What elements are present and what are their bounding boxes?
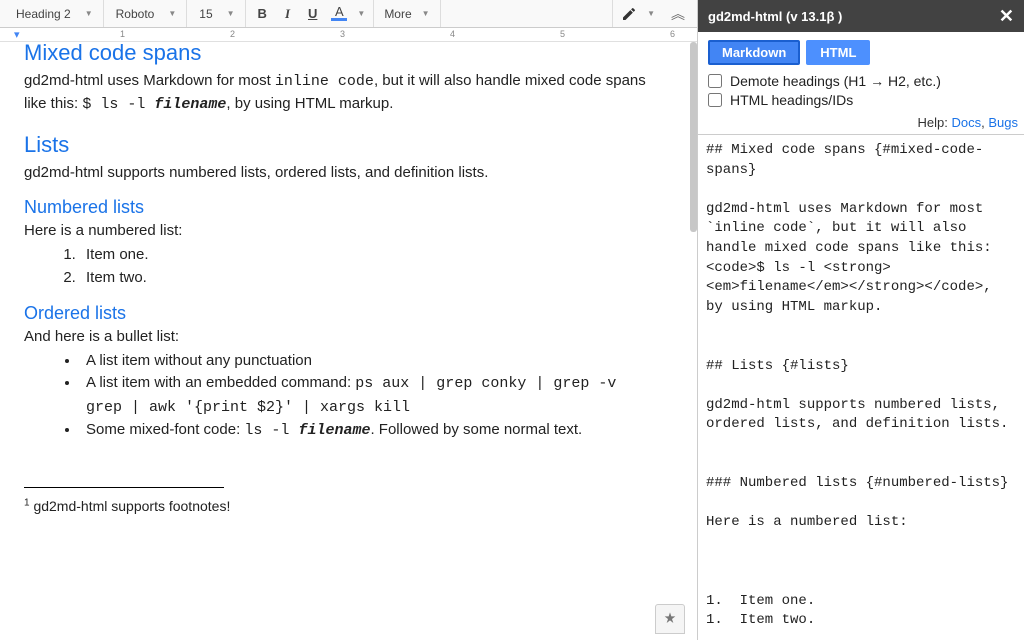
chevron-down-icon[interactable]: ▼ bbox=[647, 9, 655, 18]
heading-mixed-code-spans[interactable]: Mixed code spans bbox=[24, 42, 657, 66]
document-body[interactable]: Mixed code spans gd2md-html uses Markdow… bbox=[0, 42, 697, 640]
tab-html[interactable]: HTML bbox=[806, 40, 870, 65]
list-item[interactable]: Item two. bbox=[80, 267, 657, 290]
paragraph[interactable]: And here is a bullet list: bbox=[24, 326, 657, 348]
sidebar-title: gd2md-html (v 13.1β ) bbox=[708, 9, 999, 24]
chevron-down-icon[interactable]: ▼ bbox=[357, 9, 365, 18]
explore-button[interactable] bbox=[655, 604, 685, 634]
sidebar-header: gd2md-html (v 13.1β ) ✕ bbox=[698, 0, 1024, 32]
ruler-tick: 1 bbox=[120, 29, 125, 39]
ruler-tick: 2 bbox=[230, 29, 235, 39]
addon-sidebar: gd2md-html (v 13.1β ) ✕ Markdown HTML De… bbox=[697, 0, 1024, 640]
heading-numbered-lists[interactable]: Numbered lists bbox=[24, 197, 657, 218]
link-bugs[interactable]: Bugs bbox=[988, 115, 1018, 130]
explore-icon bbox=[662, 611, 678, 627]
paragraph-style-select[interactable]: Heading 2▼ bbox=[4, 0, 104, 27]
checkbox-demote[interactable] bbox=[708, 74, 722, 88]
markdown-output[interactable]: ## Mixed code spans {#mixed-code-spans} … bbox=[698, 134, 1024, 640]
ruler-tick: 4 bbox=[450, 29, 455, 39]
font-select[interactable]: Roboto▼ bbox=[104, 0, 188, 27]
heading-ordered-lists[interactable]: Ordered lists bbox=[24, 303, 657, 324]
link-docs[interactable]: Docs bbox=[952, 115, 982, 130]
sidebar-help: Help: Docs, Bugs bbox=[698, 115, 1024, 134]
text-color-button[interactable]: A bbox=[331, 6, 347, 21]
option-html-headings-ids[interactable]: HTML headings/IDs bbox=[708, 92, 1014, 108]
list-item[interactable]: A list item without any punctuation bbox=[80, 350, 657, 373]
chevron-down-icon: ▼ bbox=[168, 9, 176, 18]
tab-markdown[interactable]: Markdown bbox=[708, 40, 800, 65]
paragraph[interactable]: gd2md-html uses Markdown for most inline… bbox=[24, 70, 657, 116]
paragraph[interactable]: Here is a numbered list: bbox=[24, 220, 657, 242]
sidebar-options: Demote headings (H1 → H2, etc.) HTML hea… bbox=[698, 71, 1024, 115]
italic-button[interactable]: I bbox=[281, 4, 294, 24]
underline-button[interactable]: U bbox=[304, 4, 321, 23]
ruler-tick: 5 bbox=[560, 29, 565, 39]
bullet-list[interactable]: A list item without any punctuation A li… bbox=[80, 350, 657, 443]
list-item[interactable]: Item one. bbox=[80, 244, 657, 267]
list-item[interactable]: A list item with an embedded command: ps… bbox=[80, 372, 657, 419]
chevron-down-icon: ▼ bbox=[85, 9, 93, 18]
toolbar: Heading 2▼ Roboto▼ 15▼ B I U A ▼ More▼ ▼… bbox=[0, 0, 697, 28]
chevron-down-icon: ▼ bbox=[422, 9, 430, 18]
list-item[interactable]: Some mixed-font code: ls -l filename. Fo… bbox=[80, 419, 657, 443]
ruler-tick: 3 bbox=[340, 29, 345, 39]
more-button[interactable]: More▼ bbox=[374, 0, 440, 27]
scrollbar[interactable] bbox=[690, 42, 697, 232]
numbered-list[interactable]: Item one. Item two. bbox=[80, 244, 657, 289]
pen-icon[interactable] bbox=[621, 6, 637, 22]
option-demote-headings[interactable]: Demote headings (H1 → H2, etc.) bbox=[708, 73, 1014, 89]
sidebar-tabs: Markdown HTML bbox=[698, 32, 1024, 71]
collapse-toolbar-button[interactable]: ︽ bbox=[663, 4, 693, 24]
indent-marker-icon[interactable]: ▾ bbox=[14, 28, 20, 41]
footnote-separator bbox=[24, 487, 224, 488]
ruler-tick: 6 bbox=[670, 29, 675, 39]
document-pane: Heading 2▼ Roboto▼ 15▼ B I U A ▼ More▼ ▼… bbox=[0, 0, 697, 640]
paragraph[interactable]: gd2md-html supports numbered lists, orde… bbox=[24, 162, 657, 184]
close-button[interactable]: ✕ bbox=[999, 6, 1014, 27]
checkbox-ids[interactable] bbox=[708, 93, 722, 107]
footnote[interactable]: 1 gd2md-html supports footnotes! bbox=[24, 496, 657, 516]
bold-button[interactable]: B bbox=[254, 4, 271, 23]
text-format-group: B I U A ▼ bbox=[246, 0, 375, 27]
font-size-select[interactable]: 15▼ bbox=[187, 0, 245, 27]
chevron-down-icon: ▼ bbox=[227, 9, 235, 18]
ruler[interactable]: ▾ 1 2 3 4 5 6 bbox=[0, 28, 697, 42]
heading-lists[interactable]: Lists bbox=[24, 132, 657, 158]
